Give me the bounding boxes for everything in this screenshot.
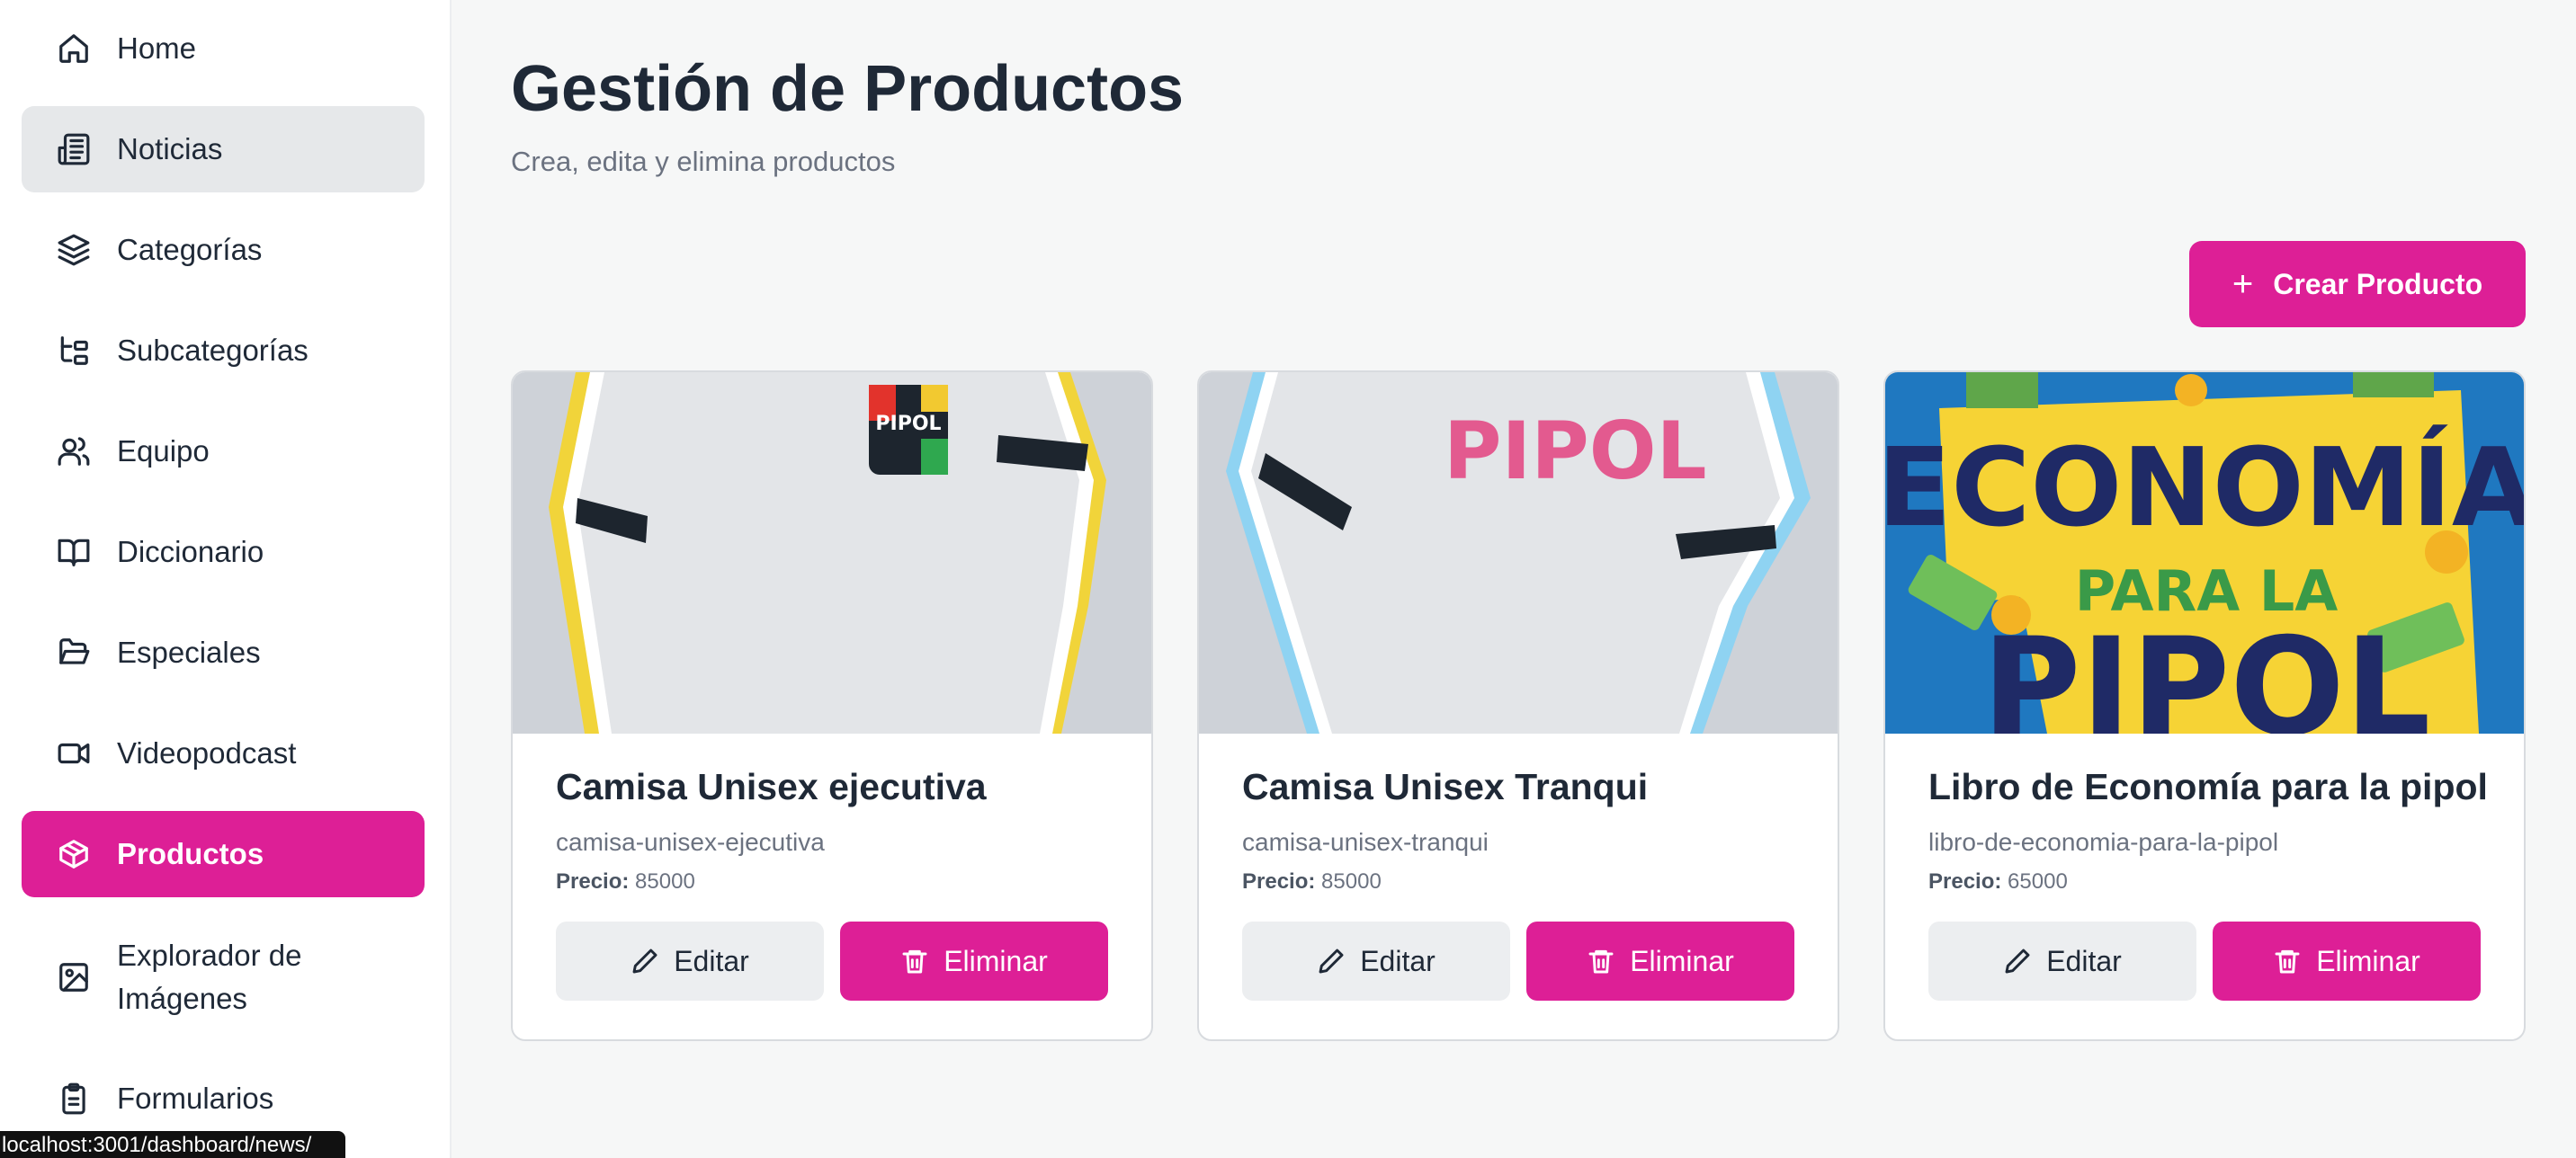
image-icon bbox=[56, 959, 92, 995]
product-slug: libro-de-economia-para-la-pipol bbox=[1928, 828, 2279, 856]
pencil-icon bbox=[632, 949, 657, 974]
sidebar-item-subcategorias[interactable]: Subcategorías bbox=[22, 307, 425, 394]
sidebar-item-label: Especiales bbox=[117, 636, 261, 669]
product-card: PIPOL Camisa Unisex ejecutiva camisa-uni… bbox=[511, 370, 1153, 1041]
product-card: PIPOL Camisa Unisex Tranqui camisa-unise… bbox=[1197, 370, 1839, 1041]
product-title: Libro de Economía para la pipol bbox=[1928, 766, 2488, 807]
shirt-logo-text: PIPOL bbox=[875, 413, 941, 435]
sidebar-item-home[interactable]: Home bbox=[22, 5, 425, 92]
newspaper-icon bbox=[56, 131, 92, 167]
folder-tree-icon bbox=[56, 333, 92, 369]
product-image: PIPOL bbox=[1199, 372, 1838, 734]
price-value: 65000 bbox=[2008, 869, 2068, 894]
sidebar-item-videopodcast[interactable]: Videopodcast bbox=[22, 710, 425, 797]
product-slug: camisa-unisex-tranqui bbox=[1242, 828, 1489, 856]
edit-label: Editar bbox=[1360, 944, 1436, 977]
sidebar-item-especiales[interactable]: Especiales bbox=[22, 610, 425, 696]
clipboard-icon bbox=[56, 1081, 92, 1117]
price-label: Precio: bbox=[1242, 869, 1316, 894]
delete-label: Eliminar bbox=[2316, 944, 2420, 977]
price-value: 85000 bbox=[635, 869, 695, 894]
product-card: ECONOMÍA PARA LA PIPOL Libro de Economía… bbox=[1883, 370, 2526, 1041]
product-image: PIPOL bbox=[513, 372, 1151, 734]
sidebar-item-label: Formularios bbox=[117, 1082, 274, 1115]
sidebar-item-categorias[interactable]: Categorías bbox=[22, 207, 425, 293]
delete-button[interactable]: Eliminar bbox=[2213, 922, 2481, 1001]
video-icon bbox=[56, 735, 92, 771]
sidebar: Home Noticias Categorías Subcategorías E… bbox=[0, 0, 452, 1158]
page-title: Gestión de Productos bbox=[511, 53, 1185, 125]
sidebar-item-label: Productos bbox=[117, 837, 264, 870]
sidebar-item-formularios[interactable]: Formularios bbox=[22, 1056, 425, 1142]
sidebar-item-label: Explorador de Imágenes bbox=[117, 939, 302, 1015]
folder-open-icon bbox=[56, 635, 92, 671]
layers-icon bbox=[56, 232, 92, 268]
delete-label: Eliminar bbox=[944, 944, 1048, 977]
sidebar-item-diccionario[interactable]: Diccionario bbox=[22, 509, 425, 595]
edit-button[interactable]: Editar bbox=[556, 922, 824, 1001]
price-label: Precio: bbox=[556, 869, 630, 894]
sidebar-item-label: Categorías bbox=[117, 233, 263, 266]
edit-label: Editar bbox=[2046, 944, 2122, 977]
trash-icon bbox=[2275, 949, 2300, 974]
edit-label: Editar bbox=[674, 944, 749, 977]
sidebar-item-label: Subcategorías bbox=[117, 334, 309, 367]
trash-icon bbox=[1588, 949, 1614, 974]
book-cover-title: ECONOMÍA bbox=[1885, 425, 2524, 551]
status-bar-url: localhost:3001/dashboard/news/ bbox=[0, 1131, 345, 1158]
product-price: Precio: 85000 bbox=[556, 869, 1108, 895]
product-image: ECONOMÍA PARA LA PIPOL bbox=[1885, 372, 2524, 734]
delete-button[interactable]: Eliminar bbox=[1526, 922, 1794, 1001]
sidebar-item-noticias[interactable]: Noticias bbox=[22, 106, 425, 192]
delete-button[interactable]: Eliminar bbox=[840, 922, 1108, 1001]
edit-button[interactable]: Editar bbox=[1242, 922, 1510, 1001]
product-slug: camisa-unisex-ejecutiva bbox=[556, 828, 825, 856]
price-label: Precio: bbox=[1928, 869, 2002, 894]
sidebar-item-label: Diccionario bbox=[117, 535, 264, 568]
book-icon bbox=[56, 534, 92, 570]
create-product-button[interactable]: + Crear Producto bbox=[2189, 241, 2526, 327]
home-icon bbox=[56, 31, 92, 67]
sidebar-item-explorador-imagenes[interactable]: Explorador de Imágenes bbox=[22, 928, 425, 1027]
create-product-label: Crear Producto bbox=[2273, 267, 2483, 300]
users-icon bbox=[56, 433, 92, 469]
product-title: Camisa Unisex ejecutiva bbox=[556, 766, 987, 807]
sidebar-item-productos[interactable]: Productos bbox=[22, 811, 425, 897]
sidebar-item-label: Home bbox=[117, 31, 197, 65]
trash-icon bbox=[902, 949, 927, 974]
product-title: Camisa Unisex Tranqui bbox=[1242, 766, 1649, 807]
delete-label: Eliminar bbox=[1630, 944, 1734, 977]
product-price: Precio: 65000 bbox=[1928, 869, 2481, 895]
pencil-icon bbox=[1319, 949, 1344, 974]
sidebar-item-equipo[interactable]: Equipo bbox=[22, 408, 425, 494]
page-subtitle: Crea, edita y elimina productos bbox=[511, 146, 896, 177]
sidebar-item-label: Noticias bbox=[117, 132, 223, 165]
sidebar-item-label: Videopodcast bbox=[117, 736, 297, 770]
pencil-icon bbox=[2005, 949, 2030, 974]
plus-icon: + bbox=[2232, 264, 2254, 304]
price-value: 85000 bbox=[1321, 869, 1382, 894]
package-icon bbox=[56, 836, 92, 872]
sidebar-item-label: Equipo bbox=[117, 434, 210, 468]
edit-button[interactable]: Editar bbox=[1928, 922, 2196, 1001]
book-cover-word: PIPOL bbox=[1982, 610, 2431, 734]
product-price: Precio: 85000 bbox=[1242, 869, 1794, 895]
shirt-logo-text: PIPOL bbox=[1444, 405, 1707, 497]
